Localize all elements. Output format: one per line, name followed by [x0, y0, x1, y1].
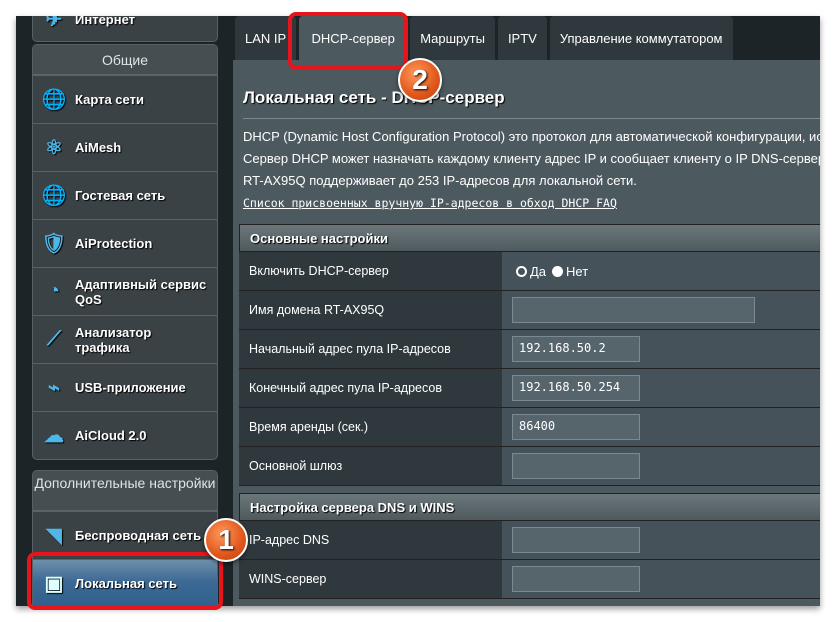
cloud-icon: ☁ — [44, 425, 64, 447]
row-domain-name: Имя домена RT-AX95Q — [239, 291, 820, 330]
guest-network-icon: 🌐 — [41, 185, 67, 207]
radio-yes[interactable] — [516, 265, 527, 277]
content-panel: LAN IP DHCP-сервер Маршруты IPTV Управле… — [233, 16, 820, 606]
basic-settings-header: Основные настройки — [239, 224, 820, 252]
tab-iptv[interactable]: IPTV — [497, 16, 547, 60]
wireless-icon: ◥ — [46, 525, 62, 547]
sidebar-item-network-map[interactable]: 🌐 Карта сети — [33, 75, 217, 123]
step-badge-1: 1 — [204, 518, 248, 562]
usb-icon: ⌁ — [47, 377, 61, 399]
row-dns-ip: IP-адрес DNS — [239, 521, 820, 560]
shield-lock-icon: 🛡 — [41, 233, 67, 255]
row-pool-end: Конечный адрес пула IP-адресов 192.168.5… — [239, 369, 820, 408]
row-gateway: Основной шлюз — [239, 447, 820, 486]
highlight-dhcp-tab — [288, 12, 408, 70]
divider — [243, 118, 820, 119]
internet-icon: ✈ — [45, 16, 63, 31]
speedometer-icon: ◔ — [47, 280, 61, 302]
sidebar-item-traffic-analyzer[interactable]: ⟋ Анализатор трафика — [33, 315, 217, 363]
row-lease-time: Время аренды (сек.) 86400 — [239, 408, 820, 447]
row-wins: WINS-сервер — [239, 560, 820, 599]
lease-time-input[interactable]: 86400 — [512, 414, 640, 440]
globe-pin-icon: 🌐 — [41, 89, 67, 111]
tab-lan-ip[interactable]: LAN IP — [235, 16, 297, 60]
dns-wins-header: Настройка сервера DNS и WINS — [239, 493, 820, 521]
gateway-input[interactable] — [512, 453, 640, 479]
sidebar-item-aiprotection[interactable]: 🛡 AiProtection — [33, 219, 217, 267]
domain-name-input[interactable] — [512, 297, 755, 323]
radio-no[interactable] — [552, 265, 564, 277]
highlight-lan-item — [27, 552, 223, 610]
step-badge-2: 2 — [398, 58, 442, 102]
dns-ip-input[interactable] — [512, 527, 640, 553]
description: DHCP (Dynamic Host Configuration Protoco… — [243, 129, 820, 210]
faq-link[interactable]: Список присвоенных вручную IP-адресов в … — [243, 196, 617, 210]
row-enable-dhcp: Включить DHCP-сервер Да Нет — [239, 252, 820, 291]
pool-end-input[interactable]: 192.168.50.254 — [512, 375, 640, 401]
tab-switch-control[interactable]: Управление коммутатором — [549, 16, 733, 60]
advanced-header: Дополнительные настройки — [33, 471, 217, 511]
sidebar-internet-box: ✈ Интернет — [32, 16, 218, 42]
row-pool-start: Начальный адрес пула IP-адресов 192.168.… — [239, 330, 820, 369]
sidebar-item-qos[interactable]: ◔ Адаптивный сервис QoS — [33, 267, 217, 315]
sidebar-item-usb[interactable]: ⌁ USB-приложение — [33, 363, 217, 411]
traffic-analyzer-icon: ⟋ — [47, 328, 61, 350]
sidebar-general: Общие 🌐 Карта сети ⚛ AiMesh 🌐 Гостевая сеть… — [32, 44, 218, 460]
general-header: Общие — [33, 45, 217, 75]
tab-routes[interactable]: Маршруты — [410, 16, 495, 60]
router-admin-window: ✈ Интернет Общие 🌐 Карта сети ⚛ AiMesh 🌐 Гос… — [16, 16, 820, 606]
sidebar-item-aicloud[interactable]: ☁ AiCloud 2.0 — [33, 411, 217, 459]
sidebar-item-internet[interactable]: ✈ Интернет — [33, 16, 217, 41]
pool-start-input[interactable]: 192.168.50.2 — [512, 336, 640, 362]
sidebar-item-aimesh[interactable]: ⚛ AiMesh — [33, 123, 217, 171]
mesh-icon: ⚛ — [45, 137, 63, 159]
sidebar-item-guest-network[interactable]: 🌐 Гостевая сеть — [33, 171, 217, 219]
wins-input[interactable] — [512, 566, 640, 592]
page-title: Локальная сеть - DHCP-сервер — [243, 88, 505, 107]
